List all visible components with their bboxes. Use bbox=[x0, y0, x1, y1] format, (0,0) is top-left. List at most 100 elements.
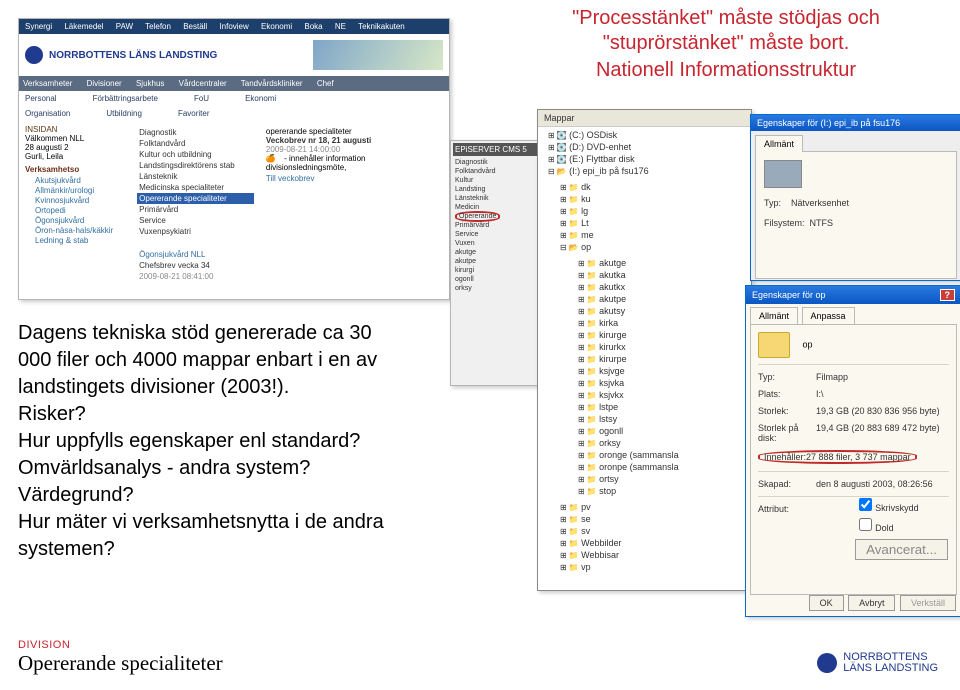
dropdown-item[interactable]: Primärvård bbox=[137, 204, 254, 215]
folder-item[interactable]: ogonll bbox=[578, 425, 751, 437]
submenu-item[interactable]: Ekonomi bbox=[245, 94, 276, 103]
tree-item[interactable]: Länsteknik bbox=[455, 194, 541, 203]
left-nav-item[interactable]: Ortopedi bbox=[35, 206, 127, 215]
folder-item[interactable]: kirurge bbox=[578, 329, 751, 341]
tree-item[interactable]: Kultur bbox=[455, 176, 541, 185]
tree-item[interactable]: Service bbox=[455, 230, 541, 239]
folder-item[interactable]: lg bbox=[560, 205, 751, 217]
menu-item[interactable]: Sjukhus bbox=[136, 79, 164, 88]
dropdown-item[interactable]: Landstingsdirektörens stab bbox=[137, 160, 254, 171]
submenu-item[interactable]: FoU bbox=[194, 94, 209, 103]
left-nav-item[interactable]: Kvinnosjukvård bbox=[35, 196, 127, 205]
topmenu-item[interactable]: Infoview bbox=[219, 22, 248, 31]
submenu-item[interactable]: Favoriter bbox=[178, 109, 210, 118]
folder-item[interactable]: Webbisar bbox=[560, 549, 751, 561]
dropdown-item[interactable]: Vuxenpsykiatri bbox=[137, 226, 254, 237]
topmenu-item[interactable]: PAW bbox=[116, 22, 133, 31]
folder-item[interactable]: Webbilder bbox=[560, 537, 751, 549]
folder-item[interactable]: ksjvka bbox=[578, 377, 751, 389]
tree-item[interactable]: Vuxen bbox=[455, 239, 541, 248]
tab-allmant[interactable]: Allmänt bbox=[755, 135, 803, 152]
drive-item[interactable]: (E:) Flyttbar disk bbox=[548, 153, 751, 165]
tree-item[interactable]: Folktandvård bbox=[455, 167, 541, 176]
dropdown-item[interactable]: Medicinska specialiteter bbox=[137, 182, 254, 193]
left-nav-item[interactable]: Öron-näsa-hals/käkkir bbox=[35, 226, 127, 235]
left-nav-item[interactable]: Ögonsjukvård bbox=[35, 216, 127, 225]
folder-item[interactable]: ku bbox=[560, 193, 751, 205]
news-readmore-link[interactable]: Till veckobrev bbox=[266, 174, 441, 183]
topmenu-item[interactable]: Ekonomi bbox=[261, 22, 292, 31]
folder-item[interactable]: dk bbox=[560, 181, 751, 193]
folder-item[interactable]: kirurkx bbox=[578, 341, 751, 353]
tree-item[interactable]: ogonll bbox=[455, 275, 541, 284]
menu-item[interactable]: Chef bbox=[317, 79, 334, 88]
left-nav-item[interactable]: Akutsjukvård bbox=[35, 176, 127, 185]
avbryt-button[interactable]: Avbryt bbox=[848, 595, 895, 611]
tree-item[interactable]: Primärvård bbox=[455, 221, 541, 230]
folder-item[interactable]: vp bbox=[560, 561, 751, 573]
topmenu-item[interactable]: Boka bbox=[304, 22, 322, 31]
folder-item[interactable]: oronge (sammansla bbox=[578, 449, 751, 461]
tree-item[interactable]: orksy bbox=[455, 284, 541, 293]
drive-item[interactable]: (D:) DVD-enhet bbox=[548, 141, 751, 153]
folder-item[interactable]: kirurpe bbox=[578, 353, 751, 365]
dropdown-item[interactable]: Kultur och utbildning bbox=[137, 149, 254, 160]
folder-item-selected[interactable]: op bbox=[581, 242, 591, 252]
menu-item[interactable]: Tandvårdskliniker bbox=[241, 79, 303, 88]
checkbox-skrivskydd[interactable]: Skrivskydd bbox=[855, 495, 948, 514]
menu-item[interactable]: Vårdcentraler bbox=[179, 79, 227, 88]
topmenu-item[interactable]: Beställ bbox=[183, 22, 207, 31]
tree-item[interactable]: akutge bbox=[455, 248, 541, 257]
submenu-item[interactable]: Utbildning bbox=[106, 109, 142, 118]
folder-item[interactable]: akutpe bbox=[578, 293, 751, 305]
tree-item[interactable]: akutpe bbox=[455, 257, 541, 266]
verkstall-button[interactable]: Verkställ bbox=[900, 595, 956, 611]
left-nav-item[interactable]: Ledning & stab bbox=[35, 236, 127, 245]
folder-item[interactable]: ortsy bbox=[578, 473, 751, 485]
help-icon[interactable]: ? bbox=[940, 289, 956, 301]
submenu-item[interactable]: Förbättringsarbete bbox=[93, 94, 158, 103]
checkbox-dold[interactable]: Dold bbox=[855, 515, 948, 534]
tree-item-circled[interactable]: Opererande bbox=[455, 211, 500, 222]
topmenu-item[interactable]: Teknikakuten bbox=[358, 22, 405, 31]
folder-item[interactable]: ksjvkx bbox=[578, 389, 751, 401]
dropdown-item[interactable]: Folktandvård bbox=[137, 138, 254, 149]
folder-item[interactable]: kirka bbox=[578, 317, 751, 329]
topmenu-item[interactable]: NE bbox=[335, 22, 346, 31]
folder-item[interactable]: akutge bbox=[578, 257, 751, 269]
avancerat-button[interactable]: Avancerat... bbox=[855, 539, 948, 560]
news-link[interactable]: Ögonsjukvård NLL bbox=[137, 249, 254, 260]
drive-item-open[interactable]: (I:) epi_ib på fsu176 bbox=[548, 165, 751, 177]
folder-item[interactable]: stop bbox=[578, 485, 751, 497]
submenu-item[interactable]: Personal bbox=[25, 94, 57, 103]
dropdown-item-selected[interactable]: Opererande specialiteter bbox=[137, 193, 254, 204]
folder-item[interactable]: ksjvge bbox=[578, 365, 751, 377]
folder-item[interactable]: sv bbox=[560, 525, 751, 537]
folder-item[interactable]: me bbox=[560, 229, 751, 241]
left-nav-item[interactable]: Allmänkir/urologi bbox=[35, 186, 127, 195]
folder-item[interactable]: lstsy bbox=[578, 413, 751, 425]
folder-item[interactable]: pv bbox=[560, 501, 751, 513]
folder-item[interactable]: Lt bbox=[560, 217, 751, 229]
topmenu-item[interactable]: Läkemedel bbox=[64, 22, 103, 31]
dropdown-item[interactable]: Diagnostik bbox=[137, 127, 254, 138]
folder-item[interactable]: akutkx bbox=[578, 281, 751, 293]
folder-item[interactable]: orksy bbox=[578, 437, 751, 449]
tree-item[interactable]: kirurgi bbox=[455, 266, 541, 275]
folder-item[interactable]: akutka bbox=[578, 269, 751, 281]
folder-item[interactable]: akutsy bbox=[578, 305, 751, 317]
dropdown-item[interactable]: Länsteknik bbox=[137, 171, 254, 182]
drive-item[interactable]: (C:) OSDisk bbox=[548, 129, 751, 141]
ok-button[interactable]: OK bbox=[809, 595, 844, 611]
menu-item[interactable]: Divisioner bbox=[87, 79, 122, 88]
topmenu-item[interactable]: Synergi bbox=[25, 22, 52, 31]
topmenu-item[interactable]: Telefon bbox=[145, 22, 171, 31]
folder-item[interactable]: lstpe bbox=[578, 401, 751, 413]
tree-item[interactable]: Diagnostik bbox=[455, 158, 541, 167]
folder-item[interactable]: oronpe (sammansla bbox=[578, 461, 751, 473]
tab-anpassa[interactable]: Anpassa bbox=[802, 307, 855, 324]
submenu-item[interactable]: Organisation bbox=[25, 109, 70, 118]
folder-item[interactable]: se bbox=[560, 513, 751, 525]
tree-item[interactable]: Landsting bbox=[455, 185, 541, 194]
tab-allmant[interactable]: Allmänt bbox=[750, 307, 798, 324]
